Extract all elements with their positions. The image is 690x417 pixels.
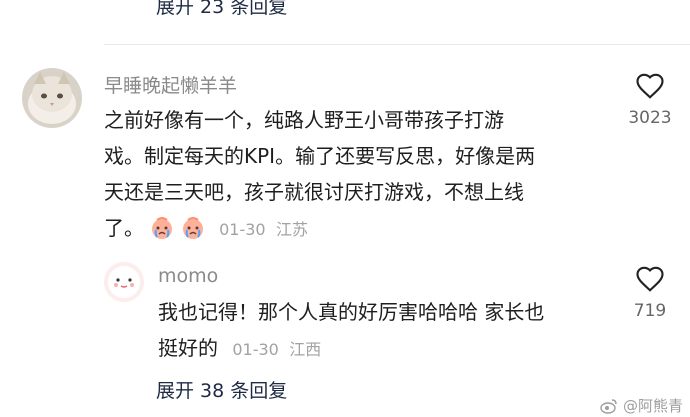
cat-avatar-icon bbox=[22, 68, 82, 128]
watermark: @阿熊青 bbox=[600, 395, 683, 416]
comment-text-line: 之前好像有一个，纯路人野王小哥带孩子打游 bbox=[104, 108, 504, 132]
reply-avatar[interactable] bbox=[104, 262, 144, 302]
reply-like-button[interactable] bbox=[630, 265, 670, 297]
crying-face-emoji-icon bbox=[182, 217, 203, 239]
comment-date: 01-30 bbox=[219, 220, 266, 239]
comment-text-last-line: 了。 01-30 江苏 bbox=[104, 216, 308, 240]
reply-like-count: 719 bbox=[633, 301, 667, 321]
weibo-logo-icon bbox=[600, 399, 617, 414]
reply-date: 01-30 bbox=[232, 340, 279, 359]
comment-text-line: 戏。制定每天的KPI。输了还要写反思，好像是两 bbox=[104, 144, 536, 168]
comment-body: 之前好像有一个，纯路人野王小哥带孩子打游 戏。制定每天的KPI。输了还要写反思，… bbox=[104, 102, 535, 248]
reply-body: 我也记得！那个人真的好厉害哈哈哈 家长也 挺好的 01-30 江西 bbox=[158, 294, 544, 368]
reply-text-last-line: 挺好的 01-30 江西 bbox=[158, 336, 322, 360]
pink-face-avatar-icon bbox=[104, 262, 144, 302]
crying-face-emoji-icon bbox=[152, 217, 173, 239]
reply-username[interactable]: momo bbox=[158, 265, 218, 287]
heart-icon bbox=[636, 73, 664, 99]
expand-replies-button-top[interactable]: 展开 23 条回复 bbox=[156, 0, 287, 19]
divider bbox=[104, 44, 690, 45]
expand-replies-button[interactable]: 展开 38 条回复 bbox=[156, 376, 287, 403]
reply-location: 江西 bbox=[289, 340, 322, 359]
comment-location: 江苏 bbox=[275, 220, 308, 239]
heart-icon bbox=[636, 266, 664, 292]
comment-like-count: 3023 bbox=[628, 108, 672, 128]
reply-text-line: 我也记得！那个人真的好厉害哈哈哈 家长也 bbox=[158, 300, 545, 324]
avatar[interactable] bbox=[22, 68, 82, 128]
comment-like-button[interactable] bbox=[630, 72, 670, 104]
comment-text-line: 天还是三天吧，孩子就很讨厌打游戏，不想上线 bbox=[104, 180, 524, 204]
comment-username[interactable]: 早睡晚起懒羊羊 bbox=[104, 71, 237, 98]
